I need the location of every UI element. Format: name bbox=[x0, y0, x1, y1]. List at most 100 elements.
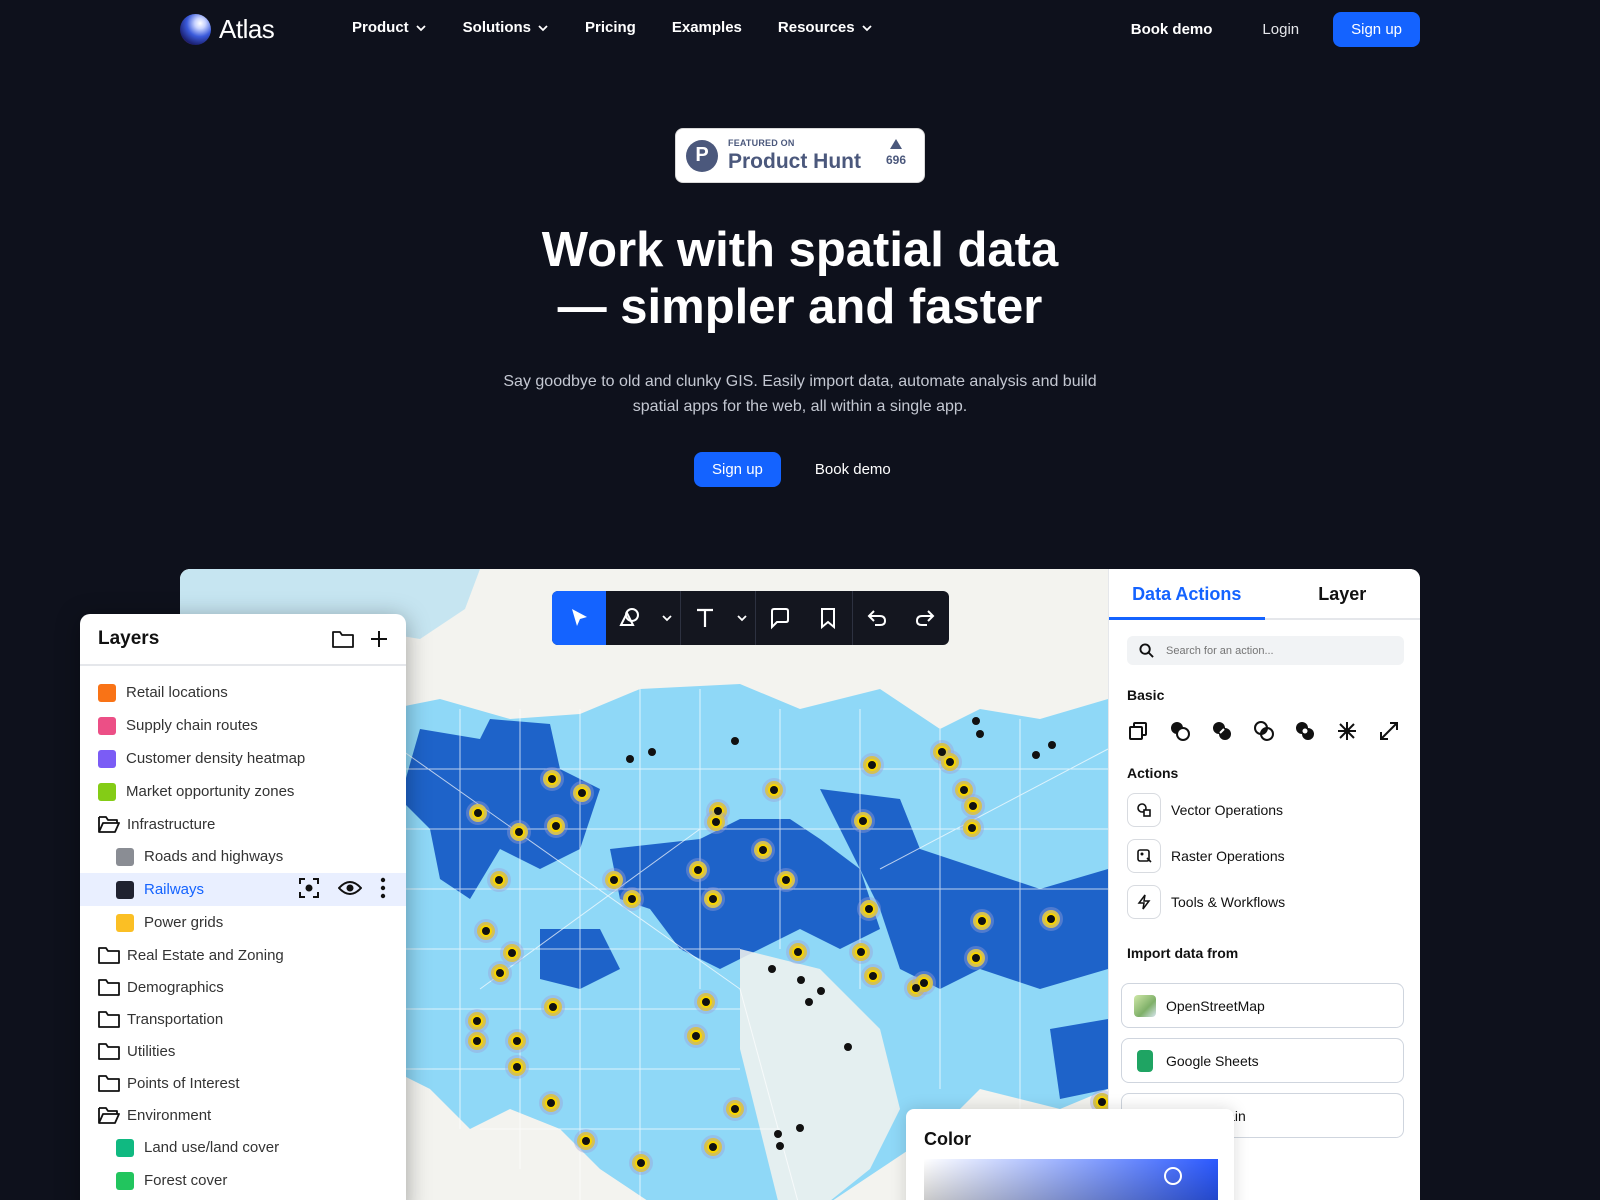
nav-product[interactable]: Product bbox=[352, 19, 427, 36]
chevron-down-icon bbox=[538, 24, 548, 31]
layer-color-swatch bbox=[116, 1171, 134, 1190]
layer-item[interactable]: Land use/land cover bbox=[80, 1131, 406, 1164]
logo[interactable]: Atlas bbox=[180, 14, 275, 45]
nav-examples[interactable]: Examples bbox=[672, 19, 742, 36]
text-tool-dropdown[interactable] bbox=[729, 591, 755, 645]
layer-color-swatch bbox=[116, 1138, 134, 1157]
layer-item[interactable]: Environment bbox=[80, 1099, 406, 1131]
undo-icon bbox=[867, 610, 887, 626]
import-openstreetmap[interactable]: OpenStreetMap bbox=[1121, 983, 1404, 1028]
layer-label: Infrastructure bbox=[127, 815, 216, 833]
tools-workflows-item[interactable]: Tools & Workflows bbox=[1127, 885, 1420, 919]
layer-label: Power grids bbox=[144, 914, 224, 931]
layer-label: Environment bbox=[127, 1106, 212, 1124]
layer-item[interactable]: Railways bbox=[80, 873, 406, 906]
layer-item[interactable]: Infrastructure bbox=[80, 808, 406, 840]
eye-icon[interactable] bbox=[337, 879, 363, 901]
layer-color-swatch bbox=[98, 716, 116, 735]
expand-icon[interactable] bbox=[1378, 719, 1420, 743]
layers-panel: Layers Retail locations Supply chain rout… bbox=[80, 614, 406, 1200]
nav-book-demo[interactable]: Book demo bbox=[1131, 21, 1213, 38]
layer-item[interactable]: Utilities bbox=[80, 1035, 406, 1067]
shape-tool-dropdown[interactable] bbox=[654, 591, 680, 645]
action-label: Raster Operations bbox=[1171, 848, 1285, 864]
chevron-down-icon bbox=[662, 615, 672, 622]
layer-item[interactable]: Real Estate and Zoning bbox=[80, 939, 406, 971]
add-layer-icon[interactable] bbox=[370, 630, 388, 648]
nav-solutions[interactable]: Solutions bbox=[463, 19, 549, 36]
copy-icon[interactable] bbox=[1127, 719, 1169, 743]
redo-button[interactable] bbox=[901, 591, 949, 645]
hero-book-demo-link[interactable]: Book demo bbox=[815, 461, 891, 478]
badge-featured: FEATURED ON bbox=[728, 138, 795, 148]
actions-section-title: Actions bbox=[1127, 765, 1179, 781]
layer-label: Land use/land cover bbox=[144, 1139, 280, 1156]
new-folder-icon[interactable] bbox=[332, 630, 354, 648]
focus-icon[interactable] bbox=[298, 877, 320, 903]
layer-color-swatch bbox=[116, 913, 134, 932]
shapes-icon bbox=[619, 608, 639, 626]
raster-icon bbox=[1127, 839, 1161, 873]
logo-mark bbox=[180, 14, 211, 45]
difference-icon[interactable] bbox=[1211, 719, 1253, 743]
basic-section-title: Basic bbox=[1127, 687, 1165, 703]
bookmark-tool-button[interactable] bbox=[804, 591, 852, 645]
layer-color-swatch bbox=[116, 880, 134, 899]
layer-list: Retail locations Supply chain routes Custo… bbox=[80, 666, 406, 1197]
action-search bbox=[1127, 636, 1404, 665]
select-tool-button[interactable] bbox=[552, 591, 606, 645]
product-hunt-badge[interactable]: P FEATURED ON Product Hunt 696 bbox=[675, 128, 925, 183]
layer-item[interactable]: Power grids bbox=[80, 906, 406, 939]
layer-label: Forest cover bbox=[144, 1172, 228, 1189]
data-actions-panel: Data Actions Layer Basic Actions Vector … bbox=[1108, 569, 1420, 1200]
comment-tool-button[interactable] bbox=[756, 591, 804, 645]
layer-item[interactable]: Retail locations bbox=[80, 676, 406, 709]
top-nav: Atlas Product Solutions Pricing Examples… bbox=[0, 0, 1600, 60]
nav-login[interactable]: Login bbox=[1262, 21, 1299, 38]
nav-signup-button[interactable]: Sign up bbox=[1333, 12, 1420, 47]
layers-title: Layers bbox=[98, 628, 160, 649]
nav-right: Book demo Login Sign up bbox=[1131, 12, 1420, 47]
layer-label: Utilities bbox=[127, 1042, 176, 1060]
nav-pricing[interactable]: Pricing bbox=[585, 19, 636, 36]
color-handle[interactable] bbox=[1164, 1167, 1182, 1185]
layer-item[interactable]: Transportation bbox=[80, 1003, 406, 1035]
color-picker-title: Color bbox=[924, 1129, 971, 1149]
more-options-icon[interactable] bbox=[380, 877, 386, 903]
tab-data-actions[interactable]: Data Actions bbox=[1109, 569, 1265, 620]
color-gradient[interactable] bbox=[924, 1159, 1218, 1200]
raster-operations-item[interactable]: Raster Operations bbox=[1127, 839, 1420, 873]
layer-item[interactable]: Supply chain routes bbox=[80, 709, 406, 742]
split-icon[interactable] bbox=[1336, 719, 1378, 743]
hero-signup-button[interactable]: Sign up bbox=[694, 452, 781, 487]
google-sheets-icon bbox=[1137, 1049, 1153, 1072]
layer-item[interactable]: Roads and highways bbox=[80, 840, 406, 873]
basic-operations bbox=[1127, 719, 1420, 743]
nav-resources[interactable]: Resources bbox=[778, 19, 873, 36]
hero-subtitle: Say goodbye to old and clunky GIS. Easil… bbox=[503, 373, 1097, 415]
layers-header: Layers bbox=[80, 614, 406, 666]
vector-operations-item[interactable]: Vector Operations bbox=[1127, 793, 1420, 827]
import-google-sheets[interactable]: Google Sheets bbox=[1121, 1038, 1404, 1083]
product-hunt-logo: P bbox=[686, 139, 718, 172]
hero-title: Work with spatial data — simpler and fas… bbox=[0, 222, 1600, 336]
layer-item[interactable]: Points of Interest bbox=[80, 1067, 406, 1099]
folder-icon bbox=[98, 947, 120, 964]
text-tool-button[interactable] bbox=[681, 591, 729, 645]
layer-tools bbox=[298, 877, 406, 903]
symmetric-difference-icon[interactable] bbox=[1294, 719, 1336, 743]
tab-layer[interactable]: Layer bbox=[1265, 569, 1421, 618]
folder-icon bbox=[98, 979, 120, 996]
chevron-down-icon bbox=[737, 615, 747, 622]
chevron-down-icon bbox=[416, 24, 426, 31]
import-label: Google Sheets bbox=[1166, 1052, 1259, 1069]
layer-item[interactable]: Customer density heatmap bbox=[80, 742, 406, 775]
undo-button[interactable] bbox=[853, 591, 901, 645]
action-search-input[interactable] bbox=[1166, 644, 1386, 657]
layer-item[interactable]: Demographics bbox=[80, 971, 406, 1003]
union-icon[interactable] bbox=[1169, 719, 1211, 743]
intersect-icon[interactable] bbox=[1253, 719, 1295, 743]
layer-item[interactable]: Forest cover bbox=[80, 1164, 406, 1197]
layer-item[interactable]: Market opportunity zones bbox=[80, 775, 406, 808]
shape-tool-button[interactable] bbox=[606, 591, 654, 645]
